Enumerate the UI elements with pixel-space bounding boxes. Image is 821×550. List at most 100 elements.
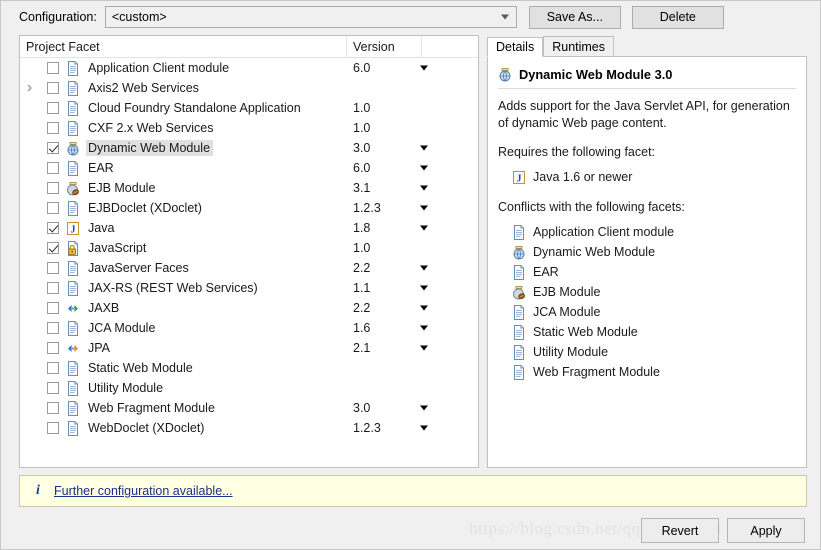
doc-icon xyxy=(66,400,80,416)
facet-version[interactable]: 1.2.3 xyxy=(353,201,381,215)
chevron-down-icon xyxy=(500,14,509,20)
table-row[interactable]: Cloud Foundry Standalone Application 1.0 xyxy=(20,98,478,118)
facet-checkbox[interactable] xyxy=(47,202,59,214)
table-row[interactable]: CXF 2.x Web Services 1.0 xyxy=(20,118,478,138)
chevron-right-icon[interactable] xyxy=(25,84,34,93)
tab-runtimes[interactable]: Runtimes xyxy=(543,36,615,56)
facet-checkbox[interactable] xyxy=(47,102,59,114)
facet-checkbox[interactable] xyxy=(47,122,59,134)
version-dropdown-icon[interactable] xyxy=(420,285,428,291)
facet-version[interactable]: 3.0 xyxy=(353,401,370,415)
delete-button[interactable]: Delete xyxy=(631,5,724,29)
facet-version[interactable]: 2.2 xyxy=(353,301,370,315)
facet-version[interactable]: 1.0 xyxy=(353,101,370,115)
configuration-row: Configuration: <custom> Save As... Delet… xyxy=(19,5,807,29)
facet-version[interactable]: 1.1 xyxy=(353,281,370,295)
apply-button[interactable]: Apply xyxy=(727,518,805,543)
table-row[interactable]: EJB Module 3.1 xyxy=(20,178,478,198)
facet-name: EAR xyxy=(88,161,114,175)
facet-checkbox[interactable] xyxy=(47,162,59,174)
table-row[interactable]: WebDoclet (XDoclet) 1.2.3 xyxy=(20,418,478,438)
details-description: Adds support for the Java Servlet API, f… xyxy=(498,99,790,130)
facet-version[interactable]: 1.0 xyxy=(353,241,370,255)
version-dropdown-icon[interactable] xyxy=(420,305,428,311)
facet-checkbox[interactable] xyxy=(47,402,59,414)
facet-name: EJB Module xyxy=(88,181,156,195)
table-row[interactable]: J Java 1.8 xyxy=(20,218,478,238)
facet-version[interactable]: 6.0 xyxy=(353,161,370,175)
table-row[interactable]: EAR 6.0 xyxy=(20,158,478,178)
facet-checkbox[interactable] xyxy=(47,422,59,434)
facet-checkbox[interactable] xyxy=(47,382,59,394)
table-row[interactable]: JAX-RS (REST Web Services) 1.1 xyxy=(20,278,478,298)
table-row[interactable]: EJBDoclet (XDoclet) 1.2.3 xyxy=(20,198,478,218)
facet-version[interactable]: 2.2 xyxy=(353,261,370,275)
doc-icon xyxy=(512,364,526,380)
table-row[interactable]: Application Client module 6.0 xyxy=(20,58,478,78)
facet-version[interactable]: 1.2.3 xyxy=(353,421,381,435)
version-dropdown-icon[interactable] xyxy=(420,185,428,191)
details-tab-bar: Details Runtimes xyxy=(487,35,807,57)
facet-checkbox[interactable] xyxy=(47,142,59,154)
facet-name: Java 1.6 or newer xyxy=(533,170,633,184)
svg-text:J: J xyxy=(71,224,76,235)
table-row[interactable]: Dynamic Web Module 3.0 xyxy=(20,138,478,158)
tab-details[interactable]: Details xyxy=(487,37,544,57)
revert-button[interactable]: Revert xyxy=(641,518,719,543)
facet-version[interactable]: 1.6 xyxy=(353,321,370,335)
facet-version[interactable]: 2.1 xyxy=(353,341,370,355)
doc-icon xyxy=(512,344,526,360)
facet-version[interactable]: 1.8 xyxy=(353,221,370,235)
facet-name: JAX-RS (REST Web Services) xyxy=(88,281,258,295)
version-dropdown-icon[interactable] xyxy=(420,345,428,351)
facet-checkbox[interactable] xyxy=(47,342,59,354)
facet-version[interactable]: 6.0 xyxy=(353,61,370,75)
table-row[interactable]: Utility Module xyxy=(20,378,478,398)
table-row[interactable]: JPA 2.1 xyxy=(20,338,478,358)
facet-checkbox[interactable] xyxy=(47,262,59,274)
facet-row-list: Application Client module 6.0 Axis2 Web Se… xyxy=(20,58,478,438)
save-as-button[interactable]: Save As... xyxy=(528,5,621,29)
table-row[interactable]: JAXB 2.2 xyxy=(20,298,478,318)
column-header-facet[interactable]: Project Facet xyxy=(20,36,347,57)
table-row[interactable]: Web Fragment Module 3.0 xyxy=(20,398,478,418)
facet-checkbox[interactable] xyxy=(47,302,59,314)
configuration-combo[interactable]: <custom> xyxy=(104,6,517,28)
facet-version[interactable]: 1.0 xyxy=(353,121,370,135)
facet-checkbox[interactable] xyxy=(47,242,59,254)
details-panel: Details Runtimes Dynamic Web Module 3.0 A… xyxy=(487,35,807,468)
version-dropdown-icon[interactable] xyxy=(420,145,428,151)
facet-checkbox[interactable] xyxy=(47,282,59,294)
project-facet-table[interactable]: Project Facet Version Application Client… xyxy=(19,35,479,468)
table-row[interactable]: JavaScript 1.0 xyxy=(20,238,478,258)
table-row[interactable]: JCA Module 1.6 xyxy=(20,318,478,338)
list-item: Dynamic Web Module xyxy=(498,242,796,262)
version-dropdown-icon[interactable] xyxy=(420,405,428,411)
facet-checkbox[interactable] xyxy=(47,222,59,234)
version-dropdown-icon[interactable] xyxy=(420,165,428,171)
facet-checkbox[interactable] xyxy=(47,182,59,194)
facet-checkbox[interactable] xyxy=(47,82,59,94)
facet-version[interactable]: 3.0 xyxy=(353,141,370,155)
table-row[interactable]: JavaServer Faces 2.2 xyxy=(20,258,478,278)
version-dropdown-icon[interactable] xyxy=(420,425,428,431)
doc-icon xyxy=(66,100,80,116)
javascript-icon xyxy=(66,240,80,256)
facet-checkbox[interactable] xyxy=(47,62,59,74)
facet-name: Utility Module xyxy=(533,345,609,359)
version-dropdown-icon[interactable] xyxy=(420,205,428,211)
column-header-version[interactable]: Version xyxy=(347,36,422,57)
table-row[interactable]: Static Web Module xyxy=(20,358,478,378)
table-row[interactable]: Axis2 Web Services xyxy=(20,78,478,98)
details-title: Dynamic Web Module 3.0 xyxy=(519,67,673,82)
facet-checkbox[interactable] xyxy=(47,322,59,334)
ejb-icon xyxy=(512,285,526,300)
version-dropdown-icon[interactable] xyxy=(420,225,428,231)
facet-version[interactable]: 3.1 xyxy=(353,181,370,195)
facet-name: Web Fragment Module xyxy=(88,401,215,415)
version-dropdown-icon[interactable] xyxy=(420,325,428,331)
facet-checkbox[interactable] xyxy=(47,362,59,374)
version-dropdown-icon[interactable] xyxy=(420,65,428,71)
further-configuration-link[interactable]: Further configuration available... xyxy=(54,484,233,498)
version-dropdown-icon[interactable] xyxy=(420,265,428,271)
